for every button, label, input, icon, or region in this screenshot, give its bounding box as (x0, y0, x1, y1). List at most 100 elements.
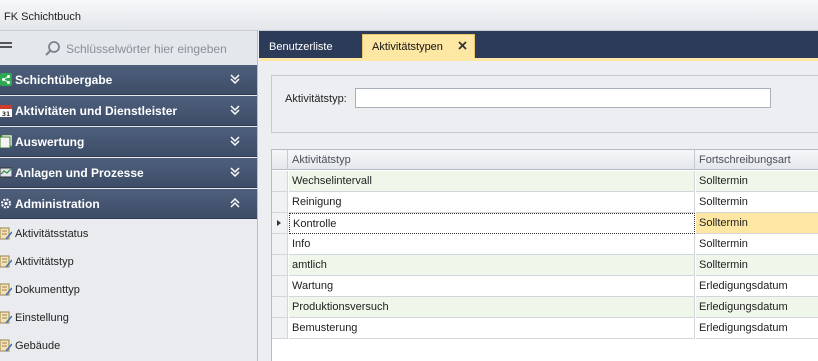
nav-item-aktivitaetsstatus[interactable]: Aktivitätsstatus (0, 220, 257, 248)
content-area: Benutzerliste Aktivitätstypen Aktivitäts… (259, 31, 818, 361)
row-indicator[interactable] (272, 171, 288, 192)
nav-group-label: Auswertung (15, 135, 85, 149)
nav-group-aktivitaeten[interactable]: 31 Aktivitäten und Dienstleister (0, 96, 257, 126)
nav-group-label: Administration (15, 197, 100, 211)
edit-form-icon (0, 311, 12, 324)
edit-form-icon (0, 227, 12, 240)
nav-group-administration[interactable]: Administration (0, 189, 257, 219)
nav-item-aktivitaetstyp[interactable]: Aktivitätstyp (0, 248, 257, 276)
nav-search-input[interactable] (66, 40, 252, 58)
cell-fortschreibungsart[interactable]: Erledigungsdatum (696, 297, 818, 318)
monitor-icon (0, 167, 12, 178)
svg-text:31: 31 (2, 111, 10, 117)
cell-text: Solltermin (699, 175, 748, 187)
nav-item-gebaeude[interactable]: Gebäude (0, 332, 257, 360)
table-row[interactable]: Info Solltermin (272, 234, 818, 255)
chevron-double-down-icon[interactable] (228, 134, 242, 148)
cell-aktivitaetstyp[interactable]: Info (289, 234, 695, 255)
cell-aktivitaetstyp[interactable]: Produktionsversuch (289, 297, 695, 318)
nav-group-auswertung[interactable]: Auswertung (0, 127, 257, 157)
row-indicator[interactable] (272, 234, 288, 255)
row-indicator[interactable] (272, 213, 288, 234)
column-header-aktivitaetstyp[interactable]: Aktivitätstyp (289, 150, 695, 170)
nav-item-einstellung[interactable]: Einstellung (0, 304, 257, 332)
nav-item-label: Einstellung (15, 312, 69, 324)
cell-text: Solltermin (699, 217, 748, 229)
cell-text: Kontrolle (293, 218, 337, 230)
cell-fortschreibungsart[interactable]: Solltermin (696, 255, 818, 276)
cell-aktivitaetstyp[interactable]: Wechselintervall (289, 171, 695, 192)
chevron-double-down-icon[interactable] (228, 103, 242, 117)
table-row[interactable]: Bemusterung Erledigungsdatum (272, 318, 818, 339)
table-row[interactable]: amtlich Solltermin (272, 255, 818, 276)
table-row[interactable]: Reinigung Solltermin (272, 192, 818, 213)
cell-fortschreibungsart[interactable]: Erledigungsdatum (696, 318, 818, 339)
close-icon[interactable] (457, 40, 468, 51)
cell-text: Wartung (292, 280, 334, 292)
filter-panel: Aktivitätstyp: (271, 75, 818, 133)
nav-item-dokumenttyp[interactable]: Dokumenttyp (0, 276, 257, 304)
nav-group-label: Aktivitäten und Dienstleister (15, 104, 178, 118)
tab-label: Aktivitätstypen (372, 41, 443, 53)
cell-fortschreibungsart[interactable]: Solltermin (696, 234, 818, 255)
cell-aktivitaetstyp[interactable]: Reinigung (289, 192, 695, 213)
cell-aktivitaetstyp[interactable]: amtlich (289, 255, 695, 276)
column-header-label: Aktivitätstyp (292, 154, 351, 166)
cell-fortschreibungsart[interactable]: Solltermin (696, 192, 818, 213)
cell-fortschreibungsart[interactable]: Erledigungsdatum (696, 276, 818, 297)
cell-aktivitaetstyp[interactable]: Kontrolle (289, 213, 695, 234)
report-icon (0, 135, 12, 148)
cell-text: Erledigungsdatum (699, 280, 788, 292)
calendar-icon: 31 (0, 105, 12, 117)
grid-header: Aktivitätstyp Fortschreibungsart (272, 150, 818, 170)
cell-text: Produktionsversuch (292, 301, 389, 313)
cell-aktivitaetstyp[interactable]: Wartung (289, 276, 695, 297)
chevron-double-up-icon[interactable] (228, 196, 242, 210)
cell-text: Info (292, 238, 311, 250)
row-indicator[interactable] (272, 297, 288, 318)
navigation-panel: Schichtübergabe 31 Aktivitäten und Diens… (0, 31, 258, 361)
row-indicator[interactable] (272, 276, 288, 297)
aktivitaetstypen-grid: Aktivitätstyp Fortschreibungsart Wechsel… (271, 149, 818, 361)
filter-label: Aktivitätstyp: (285, 93, 347, 105)
aktivitaetstyp-filter-input[interactable] (355, 88, 771, 108)
chevron-double-down-icon[interactable] (228, 165, 242, 179)
cell-aktivitaetstyp[interactable]: Bemusterung (289, 318, 695, 339)
nav-search-bar (0, 31, 257, 65)
row-indicator[interactable] (272, 255, 288, 276)
row-indicator[interactable] (272, 318, 288, 339)
nav-group-schichtuebergabe[interactable]: Schichtübergabe (0, 65, 257, 95)
table-row[interactable]: Wechselintervall Solltermin (272, 171, 818, 192)
cell-text: amtlich (292, 259, 327, 271)
nav-group-label: Anlagen und Prozesse (15, 166, 144, 180)
edit-form-icon (0, 255, 12, 268)
cell-text: Bemusterung (292, 322, 358, 334)
app-title: FK Schichtbuch (4, 11, 82, 23)
cell-text: Solltermin (699, 196, 748, 208)
nav-group-label: Schichtübergabe (15, 73, 113, 87)
table-row[interactable]: Produktionsversuch Erledigungsdatum (272, 297, 818, 318)
cell-text: Erledigungsdatum (699, 301, 788, 313)
tab-benutzerliste[interactable]: Benutzerliste (259, 34, 361, 58)
table-row[interactable]: Wartung Erledigungsdatum (272, 276, 818, 297)
column-header-label: Fortschreibungsart (699, 154, 791, 166)
cell-text: Wechselintervall (292, 175, 372, 187)
title-bar: FK Schichtbuch (0, 0, 818, 31)
tab-underline (259, 58, 818, 61)
menu-icon[interactable] (0, 42, 12, 52)
table-row[interactable]: Kontrolle Solltermin (272, 213, 818, 234)
row-indicator[interactable] (272, 192, 288, 213)
nav-item-label: Dokumenttyp (15, 284, 80, 296)
tab-aktivitaetstypen[interactable]: Aktivitätstypen (362, 34, 475, 58)
cell-text: Reinigung (292, 196, 342, 208)
edit-form-icon (0, 283, 12, 296)
column-header-fortschreibungsart[interactable]: Fortschreibungsart (696, 150, 818, 170)
gear-icon (1, 198, 11, 209)
cell-fortschreibungsart[interactable]: Solltermin (696, 171, 818, 192)
chevron-double-down-icon[interactable] (228, 72, 242, 86)
cell-fortschreibungsart[interactable]: Solltermin (696, 213, 818, 234)
nav-group-anlagen[interactable]: Anlagen und Prozesse (0, 158, 257, 188)
tab-label: Benutzerliste (269, 41, 333, 53)
edit-form-icon (0, 339, 12, 352)
current-row-arrow-icon (277, 220, 281, 226)
